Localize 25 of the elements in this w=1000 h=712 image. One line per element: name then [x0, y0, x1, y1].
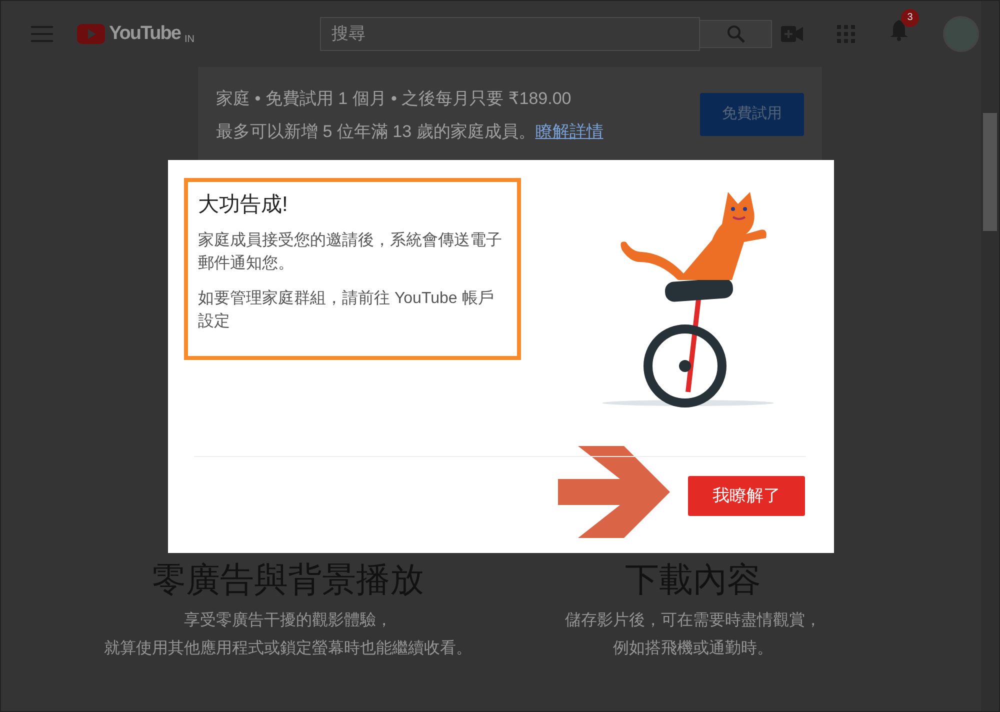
dialog-text: 如要管理家庭群組，請前往 YouTube 帳戶設定 — [198, 288, 495, 332]
scrollbar[interactable] — [981, 1, 999, 711]
feature-text: 儲存影片後，可在需要時盡情觀賞， — [564, 610, 822, 631]
scrollbar-thumb[interactable] — [983, 113, 997, 231]
menu-icon[interactable] — [31, 26, 53, 42]
feature-text: 享受零廣告干擾的觀影體驗， — [183, 610, 393, 631]
banner-text: 家庭 • 免費試用 1 個月 • 之後每月只要 ₹189.00 — [216, 88, 572, 110]
learn-more-link[interactable]: 瞭解詳情 — [535, 122, 604, 140]
free-trial-button[interactable]: 免費試用 — [700, 93, 804, 136]
search-icon — [726, 24, 745, 43]
logo-icon[interactable] — [77, 24, 105, 44]
banner-text: 最多可以新增 5 位年滿 13 歲的家庭成員。瞭解詳情 — [216, 120, 604, 142]
dialog-text: 家庭成員接受您的邀請後，系統會傳送電子郵件通知您。 — [198, 230, 503, 274]
search-button[interactable] — [700, 20, 772, 48]
got-it-button[interactable]: 我瞭解了 — [688, 476, 805, 516]
region-label: IN — [184, 32, 194, 47]
logo-text[interactable]: YouTube — [109, 20, 180, 48]
dialog-title: 大功告成! — [198, 192, 289, 218]
bell-icon[interactable] — [889, 19, 909, 41]
search-field[interactable]: 搜尋 — [320, 17, 700, 51]
feature-text: 就算使用其他應用程式或鎖定螢幕時也能繼續收看。 — [103, 638, 473, 659]
feature-text: 例如搭飛機或通勤時。 — [612, 638, 774, 659]
video-camera-plus-icon[interactable] — [781, 26, 803, 42]
apps-grid-icon[interactable] — [837, 25, 855, 43]
notification-badge: 3 — [901, 9, 919, 27]
